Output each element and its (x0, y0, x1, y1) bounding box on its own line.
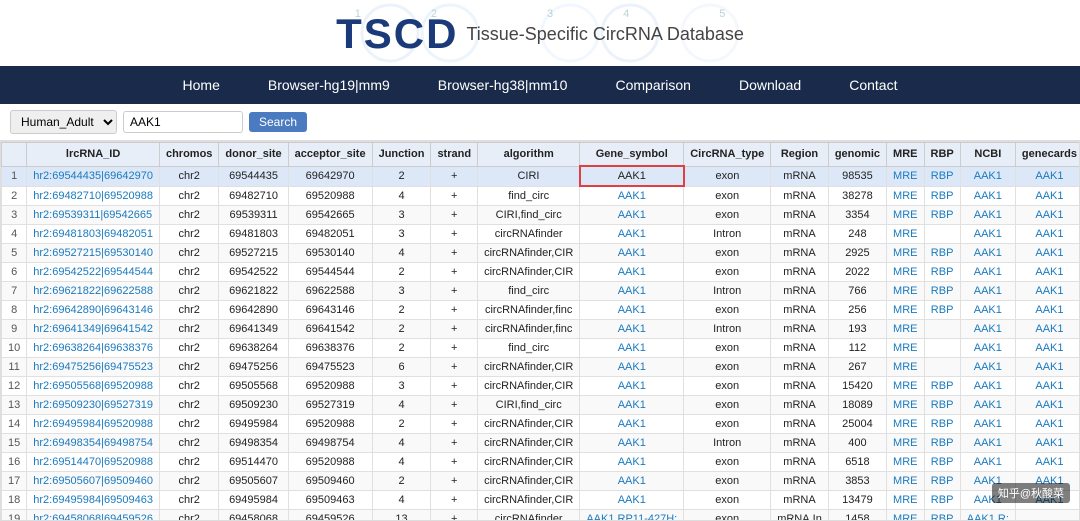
search-input[interactable] (123, 111, 243, 133)
col-circrna-type: CircRNA_type (684, 143, 771, 167)
search-toolbar: Human_Adult Human_Fetal Mouse_Adult Mous… (0, 104, 1080, 141)
col-ncbi: NCBI (960, 143, 1015, 167)
logo-tscd: TSCD (336, 10, 458, 58)
table-row: 16hr2:69514470|69520988chr26951447069520… (2, 453, 1080, 472)
table-row: 7hr2:69621822|69622588chr269621822696225… (2, 282, 1080, 301)
col-num (2, 143, 27, 167)
table-row: 6hr2:69542522|69544544chr269542522695445… (2, 263, 1080, 282)
col-strand: strand (431, 143, 478, 167)
table-row: 12hr2:69505568|69520988chr26950556869520… (2, 377, 1080, 396)
col-chromos: chromos (159, 143, 218, 167)
nav-home[interactable]: Home (159, 66, 244, 104)
table-row: 13hr2:69509230|69527319chr26950923069527… (2, 396, 1080, 415)
table-header-row: lrcRNA_ID chromos donor_site acceptor_si… (2, 143, 1080, 167)
table-row: 10hr2:69638264|69638376chr26963826469638… (2, 339, 1080, 358)
table-row: 3hr2:69539311|69542665chr269539311695426… (2, 206, 1080, 225)
col-donor-site: donor_site (219, 143, 288, 167)
col-region: Region (771, 143, 829, 167)
table-row: 5hr2:69527215|69530140chr269527215695301… (2, 244, 1080, 263)
results-table-container[interactable]: lrcRNA_ID chromos donor_site acceptor_si… (0, 141, 1080, 521)
col-genomic: genomic (828, 143, 886, 167)
table-row: 15hr2:69498354|69498754chr26949835469498… (2, 434, 1080, 453)
nav-browser-hg38[interactable]: Browser-hg38|mm10 (414, 66, 592, 104)
page-header: 1 2 3 4 5 TSCD Tissue-Specific CircRNA D… (0, 0, 1080, 66)
results-table: lrcRNA_ID chromos donor_site acceptor_si… (1, 142, 1080, 521)
col-acceptor-site: acceptor_site (288, 143, 372, 167)
watermark: 知乎@秋酸菜 (992, 483, 1070, 503)
table-row: 2hr2:69482710|69520988chr269482710695209… (2, 186, 1080, 206)
logo-subtitle: Tissue-Specific CircRNA Database (466, 24, 743, 45)
col-rbp: RBP (924, 143, 960, 167)
table-row: 1hr2:69544435|69642970chr269544435696429… (2, 166, 1080, 186)
main-nav: Home Browser-hg19|mm9 Browser-hg38|mm10 … (0, 66, 1080, 104)
table-row: 19hr2:69458068|69459526chr26945806869459… (2, 510, 1080, 521)
nav-comparison[interactable]: Comparison (591, 66, 714, 104)
search-button[interactable]: Search (249, 112, 307, 132)
table-row: 17hr2:69505607|69509460chr26950560769509… (2, 472, 1080, 491)
col-algorithm: algorithm (478, 143, 580, 167)
table-row: 14hr2:69495984|69520988chr26949598469520… (2, 415, 1080, 434)
nav-contact[interactable]: Contact (825, 66, 921, 104)
col-mre: MRE (887, 143, 924, 167)
nav-download[interactable]: Download (715, 66, 825, 104)
table-row: 11hr2:69475256|69475523chr26947525669475… (2, 358, 1080, 377)
table-row: 18hr2:69495984|69509463chr26949598469509… (2, 491, 1080, 510)
col-gene-symbol: Gene_symbol (580, 143, 684, 167)
table-row: 9hr2:69641349|69641542chr269641349696415… (2, 320, 1080, 339)
col-genecards: genecards (1015, 143, 1080, 167)
col-lrcRNA-ID: lrcRNA_ID (27, 143, 160, 167)
species-dropdown[interactable]: Human_Adult Human_Fetal Mouse_Adult Mous… (10, 110, 117, 134)
logo-area: TSCD Tissue-Specific CircRNA Database (0, 10, 1080, 58)
nav-browser-hg19[interactable]: Browser-hg19|mm9 (244, 66, 414, 104)
table-row: 4hr2:69481803|69482051chr269481803694820… (2, 225, 1080, 244)
col-junction: Junction (372, 143, 431, 167)
table-row: 8hr2:69642890|69643146chr269642890696431… (2, 301, 1080, 320)
